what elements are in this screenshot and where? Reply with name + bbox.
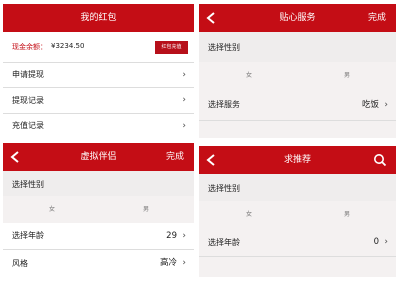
companion-header: 虚拟伴侣 完成 (3, 143, 194, 171)
done-button[interactable]: 完成 (368, 4, 386, 32)
chevron-right-icon: › (182, 258, 186, 268)
recommend-panel: 求推荐 选择性别 女 男 选择年龄 0 › (199, 146, 396, 277)
menu-item-apply-withdraw[interactable]: 申请提现 › (3, 63, 194, 87)
done-button[interactable]: 完成 (166, 143, 184, 171)
chevron-right-icon: › (182, 95, 186, 105)
service-panel: 贴心服务 完成 选择性别 女 男 选择服务 吃饭 › (199, 4, 396, 138)
gender-option-female[interactable]: 女 (49, 196, 55, 223)
gender-option-male[interactable]: 男 (344, 62, 350, 90)
age-value: 0 (373, 237, 379, 247)
page-title: 求推荐 (283, 155, 311, 165)
page-title: 我的红包 (80, 13, 117, 23)
chevron-right-icon: › (384, 237, 388, 247)
gender-section: 选择性别 (199, 174, 396, 201)
style-value: 高冷 (159, 258, 177, 268)
gender-label: 选择性别 (12, 180, 44, 189)
gender-label: 选择性别 (208, 43, 240, 52)
gender-option-male[interactable]: 男 (344, 201, 350, 229)
chevron-right-icon: › (182, 121, 186, 131)
balance-row: 现金余额： ¥3234.50 红包充值 (3, 32, 194, 62)
balance-label: 现金余额： (12, 43, 47, 51)
menu-item-withdraw-history[interactable]: 提现记录 › (3, 88, 194, 113)
recommend-header: 求推荐 (199, 146, 396, 174)
age-select-row[interactable]: 选择年龄 0 › (199, 229, 396, 256)
service-value: 吃饭 (361, 100, 379, 110)
search-icon[interactable] (373, 153, 387, 167)
service-header: 贴心服务 完成 (199, 4, 396, 32)
gender-option-female[interactable]: 女 (246, 62, 252, 90)
age-label: 选择年龄 (208, 238, 240, 247)
chevron-right-icon: › (182, 70, 186, 80)
divider (199, 256, 396, 257)
gender-section: 选择性别 (3, 171, 194, 196)
wallet-header: 我的红包 (3, 4, 194, 32)
page-title: 贴心服务 (279, 13, 316, 23)
chevron-right-icon: › (182, 231, 186, 241)
gender-label: 选择性别 (208, 184, 240, 193)
menu-item-recharge-history[interactable]: 充值记录 › (3, 114, 194, 138)
menu-item-label: 申请提现 (12, 70, 44, 79)
chevron-right-icon: › (384, 100, 388, 110)
gender-options: 女 男 (199, 201, 396, 229)
companion-panel: 虚拟伴侣 完成 选择性别 女 男 选择年龄 29 › 风格 高冷 › (3, 143, 194, 277)
gender-options: 女 男 (199, 62, 396, 90)
age-value: 29 (166, 231, 177, 241)
menu-item-label: 充值记录 (12, 121, 44, 130)
balance-value: ¥3234.50 (51, 42, 85, 50)
wallet-panel: 我的红包 现金余额： ¥3234.50 红包充值 申请提现 › 提现记录 › 充… (3, 4, 194, 138)
service-select-row[interactable]: 选择服务 吃饭 › (199, 90, 396, 120)
gender-option-male[interactable]: 男 (143, 196, 149, 223)
age-select-row[interactable]: 选择年龄 29 › (3, 223, 194, 249)
gender-options: 女 男 (3, 196, 194, 223)
age-label: 选择年龄 (12, 231, 44, 240)
menu-item-label: 提现记录 (12, 96, 44, 105)
divider (199, 120, 396, 121)
gender-section: 选择性别 (199, 32, 396, 62)
gender-option-female[interactable]: 女 (246, 201, 252, 229)
style-label: 风格 (12, 259, 28, 268)
service-label: 选择服务 (208, 100, 240, 109)
style-select-row[interactable]: 风格 高冷 › (3, 250, 194, 277)
recharge-button[interactable]: 红包充值 (155, 41, 188, 54)
